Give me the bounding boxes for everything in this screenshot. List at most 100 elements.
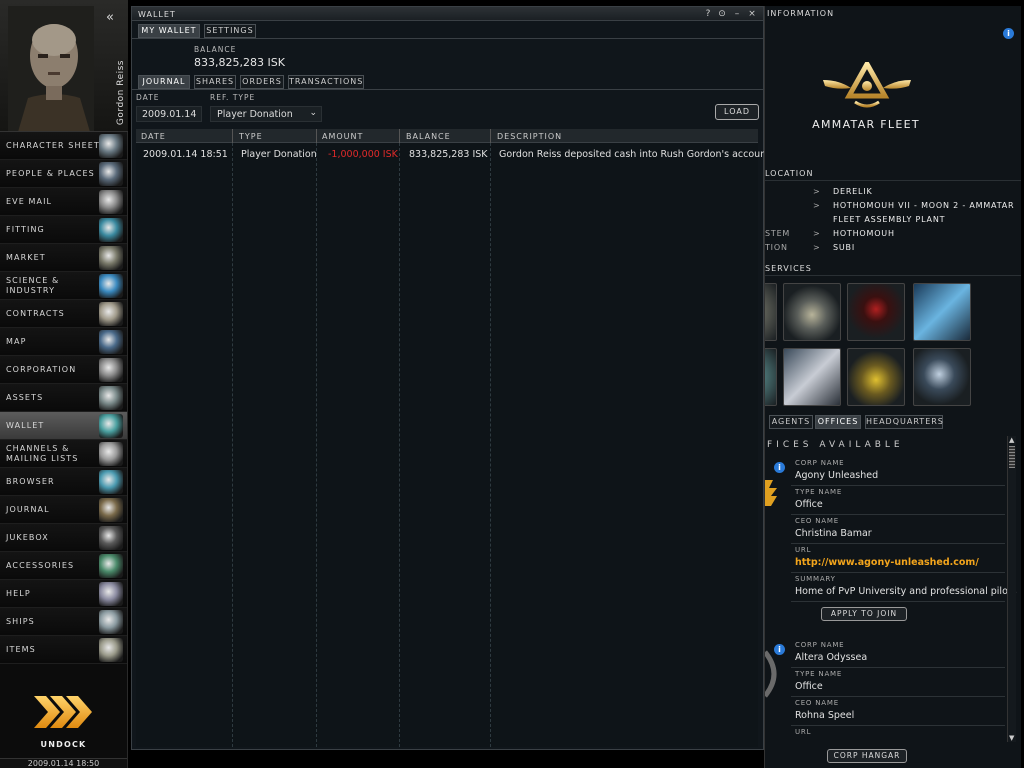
sidebar-item-corporation[interactable]: CORPORATION [0,356,127,384]
sidebar-item-assets[interactable]: ASSETS [0,384,127,412]
science-industry-icon [99,274,123,298]
services-header: SERVICES [765,264,1021,276]
tab-agents[interactable]: AGENTS [769,415,813,429]
wallet-window: WALLET ? ⊙ – × MY WALLET SETTINGS BALANC… [131,6,770,750]
field-label: TYPE NAME [795,670,843,678]
chevron-right-icon: > [813,201,821,210]
help-icon[interactable]: ? [702,8,714,20]
tab-settings[interactable]: SETTINGS [204,24,256,38]
sidebar-item-science[interactable]: SCIENCE & INDUSTRY [0,272,127,300]
apply-to-join-button[interactable]: APPLY TO JOIN [821,607,907,621]
corp-hangar-button[interactable]: CORP HANGAR [827,749,907,763]
close-icon[interactable]: × [746,8,758,20]
sidebar-item-channels[interactable]: CHANNELS & MAILING LISTS [0,440,127,468]
tab-offices[interactable]: OFFICES [815,415,861,429]
medical-service-icon[interactable] [847,283,905,341]
sidebar-item-people-places[interactable]: PEOPLE & PLACES [0,160,127,188]
column-divider[interactable] [399,129,400,143]
repair-service-icon[interactable] [783,283,841,341]
info-icon[interactable]: i [774,462,785,473]
eve-clock: 2009.01.14 18:50 [0,758,127,768]
sidebar-item-label: CHARACTER SHEET [6,141,100,150]
service-icon[interactable] [765,348,777,406]
offices-scrollbar[interactable]: ▲ ▼ [1007,436,1016,742]
date-label: DATE [136,93,160,102]
location-row[interactable]: TION > SUBI [765,243,1021,257]
sidebar-item-accessories[interactable]: ACCESSORIES [0,552,127,580]
col-amount[interactable]: AMOUNT [322,132,363,141]
offices-available-header: FICES AVAILABLE [767,440,904,450]
minimize-icon[interactable]: – [731,8,743,20]
ref-type-label: REF. TYPE [210,93,256,102]
location-row[interactable]: > DERELIK [765,187,1021,201]
wallet-titlebar[interactable]: WALLET ? ⊙ – × [132,7,763,21]
sidebar-item-contracts[interactable]: CONTRACTS [0,300,127,328]
corp-name-value: Altera Odyssea [795,652,868,663]
sidebar-item-browser[interactable]: BROWSER [0,468,127,496]
information-panel: INFORMATION i AMMATAR FLEET LOCATION > D… [764,6,1021,768]
contracts-icon [99,302,123,326]
col-balance[interactable]: BALANCE [406,132,451,141]
table-row[interactable]: 2009.01.14 18:51 Player Donation -1,000,… [136,147,770,163]
tab-headquarters[interactable]: HEADQUARTERS [865,415,943,429]
service-icon[interactable] [765,283,777,341]
reprocessing-service-icon[interactable] [847,348,905,406]
field-label: CORP NAME [795,641,845,649]
sidebar-item-label-line2: MAILING LISTS [6,454,79,463]
undock-button[interactable]: UNDOCK [0,664,127,758]
col-date[interactable]: DATE [141,132,166,141]
sidebar-item-journal[interactable]: JOURNAL [0,496,127,524]
tab-transactions[interactable]: TRANSACTIONS [288,75,364,89]
office-field: CEO NAME Christina Bamar [791,515,1005,544]
col-type[interactable]: TYPE [239,132,263,141]
field-label: URL [795,546,812,554]
sidebar-item-market[interactable]: MARKET [0,244,127,272]
channels-icon [99,442,123,466]
tab-orders[interactable]: ORDERS [240,75,284,89]
sidebar-item-jukebox[interactable]: JUKEBOX [0,524,127,552]
character-portrait[interactable]: Gordon Reiss « [0,0,128,132]
load-button[interactable]: LOAD [715,104,759,120]
sidebar-item-wallet[interactable]: WALLET [0,412,127,440]
ceo-name-value[interactable]: Rohna Speel [795,710,854,721]
sidebar-item-fitting[interactable]: FITTING [0,216,127,244]
sidebar-item-ships[interactable]: SHIPS [0,608,127,636]
sidebar-item-eve-mail[interactable]: EVE MAIL [0,188,127,216]
undock-icon [34,696,92,728]
sidebar-item-label: JUKEBOX [6,533,49,542]
office-entry[interactable]: CORP NAME Altera Odyssea TYPE NAME Office … [791,639,1005,740]
scroll-up-icon[interactable]: ▲ [1009,436,1014,444]
location-row[interactable]: STEM > HOTHOMOUH [765,229,1021,243]
sidebar-item-help[interactable]: HELP [0,580,127,608]
lab-service-icon[interactable] [783,348,841,406]
tab-shares[interactable]: SHARES [194,75,236,89]
factory-service-icon[interactable] [913,283,971,341]
corp-logo-icon [765,650,777,698]
chevron-right-icon: > [813,229,821,238]
fitting-service-icon[interactable] [913,348,971,406]
column-divider[interactable] [490,129,491,143]
location-row[interactable]: > HOTHOMOUH VII - MOON 2 - AMMATAR [765,201,1021,215]
chevron-right-icon: > [813,243,821,252]
info-icon[interactable]: i [1003,28,1014,39]
scroll-down-icon[interactable]: ▼ [1009,734,1014,742]
office-entry[interactable]: CORP NAME Agony Unleashed TYPE NAME Office… [791,457,1017,602]
ceo-name-value[interactable]: Christina Bamar [795,528,872,539]
window-settings-icon[interactable]: ⊙ [716,8,728,20]
sidebar-item-character-sheet[interactable]: CHARACTER SHEET [0,132,127,160]
ref-type-select[interactable]: Player Donation ⌄ [210,106,322,122]
scrollbar-thumb[interactable] [1009,446,1015,468]
col-description[interactable]: DESCRIPTION [497,132,562,141]
corp-name-value: Agony Unleashed [795,470,879,481]
url-link[interactable]: http://www.agony-unleashed.com/ [795,557,979,568]
tab-journal[interactable]: JOURNAL [138,75,190,89]
sidebar-item-items[interactable]: ITEMS [0,636,127,664]
office-field: SUMMARY Home of PvP University and profes… [791,573,1017,602]
collapse-sidebar-icon[interactable]: « [106,10,114,25]
items-icon [99,638,123,662]
date-input[interactable]: 2009.01.14 [136,106,202,122]
sidebar-item-map[interactable]: MAP [0,328,127,356]
tab-my-wallet[interactable]: MY WALLET [138,24,200,38]
column-divider[interactable] [232,129,233,143]
column-divider[interactable] [316,129,317,143]
